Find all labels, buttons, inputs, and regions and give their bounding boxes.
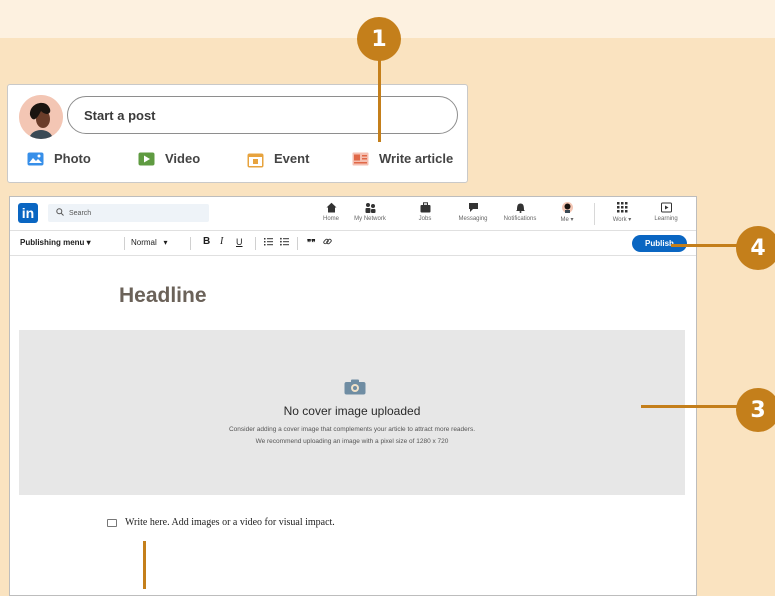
nav-work-label: Work ▾ — [612, 217, 632, 223]
messaging-icon — [468, 202, 479, 213]
numbered-list-icon[interactable] — [264, 237, 273, 248]
briefcase-icon — [420, 202, 431, 213]
grid-icon — [616, 202, 628, 213]
underline-button[interactable]: U — [236, 237, 243, 247]
nav-me-label: Me ▾ — [560, 217, 574, 223]
callout-1-line — [378, 58, 381, 142]
linkedin-logo[interactable]: in — [18, 203, 38, 223]
callout-1-badge: 1 — [357, 17, 401, 61]
event-label: Event — [274, 151, 310, 166]
article-editor-window: in Search Home My Network Jobs Messaging… — [9, 196, 697, 596]
cover-image-area[interactable]: No cover image uploaded Consider adding … — [19, 330, 685, 495]
calendar-icon — [247, 152, 264, 167]
nav-jobs[interactable]: Jobs — [403, 202, 447, 222]
callout-4-line — [671, 244, 741, 247]
nav-messaging-label: Messaging — [458, 216, 488, 222]
search-placeholder: Search — [69, 209, 92, 217]
avatar[interactable] — [19, 95, 63, 139]
nav-learning[interactable]: Learning — [644, 202, 688, 222]
bold-button[interactable]: B — [203, 236, 210, 247]
start-post-placeholder: Start a post — [84, 107, 156, 123]
nav-my-network[interactable]: My Network — [348, 202, 392, 222]
callout-2-line — [143, 541, 146, 589]
nav-notifications[interactable]: Notifications — [498, 202, 542, 222]
link-icon[interactable] — [323, 237, 332, 248]
nav-learning-label: Learning — [654, 216, 678, 222]
cover-hint-2: We recommend uploading an image with a p… — [255, 438, 449, 445]
video-label: Video — [165, 151, 201, 166]
write-article-button[interactable]: Write article — [352, 151, 453, 166]
write-article-label: Write article — [379, 151, 454, 166]
nav-me[interactable]: Me ▾ — [545, 202, 589, 223]
photo-icon — [27, 152, 44, 166]
callout-4-badge: 4 — [736, 226, 775, 270]
top-navbar: in Search Home My Network Jobs Messaging… — [10, 197, 696, 231]
video-icon — [138, 152, 155, 166]
event-button[interactable]: Event — [247, 151, 310, 167]
video-button[interactable]: Video — [138, 151, 200, 166]
nav-work[interactable]: Work ▾ — [600, 202, 644, 223]
toolbar-divider — [124, 237, 125, 250]
start-post-card: Start a post Photo Video Event Write art… — [7, 84, 468, 183]
text-style-select[interactable]: Normal ▾ — [131, 238, 167, 247]
nav-messaging[interactable]: Messaging — [451, 202, 495, 222]
search-input[interactable]: Search — [48, 204, 209, 222]
camera-icon — [344, 379, 366, 395]
toolbar-divider — [255, 237, 256, 250]
play-icon — [660, 202, 672, 213]
italic-button[interactable]: I — [220, 236, 223, 247]
quote-icon[interactable]: ❞❞ — [307, 238, 316, 247]
article-body-input[interactable]: Write here. Add images or a video for vi… — [107, 517, 335, 528]
bell-icon — [515, 202, 526, 213]
callout-3-badge: 3 — [736, 388, 775, 432]
callout-3-line — [641, 405, 741, 408]
network-icon — [365, 202, 376, 213]
nav-notifications-label: Notifications — [503, 216, 537, 222]
photo-button[interactable]: Photo — [27, 151, 91, 166]
publishing-menu-button[interactable]: Publishing menu ▾ — [20, 238, 91, 247]
start-post-input[interactable]: Start a post — [67, 96, 458, 134]
toolbar-divider — [297, 237, 298, 250]
home-icon — [326, 202, 337, 213]
avatar-icon — [561, 202, 573, 213]
article-icon — [352, 152, 369, 166]
nav-jobs-label: Jobs — [418, 216, 432, 222]
cover-title: No cover image uploaded — [283, 404, 421, 418]
nav-home-label: Home — [322, 216, 339, 222]
insert-media-icon[interactable] — [107, 518, 117, 527]
headline-input[interactable]: Headline — [119, 284, 207, 308]
photo-label: Photo — [54, 151, 91, 166]
formatting-toolbar: Publishing menu ▾ Normal ▾ B I U ❞❞ Publ… — [10, 231, 696, 256]
search-icon — [56, 208, 64, 218]
bullet-list-icon[interactable] — [280, 237, 289, 248]
nav-network-label: My Network — [354, 216, 386, 222]
nav-divider — [594, 203, 595, 225]
nav-home[interactable]: Home — [309, 202, 353, 222]
cover-hint-1: Consider adding a cover image that compl… — [228, 426, 476, 433]
toolbar-divider — [190, 237, 191, 250]
body-placeholder: Write here. Add images or a video for vi… — [125, 517, 335, 528]
